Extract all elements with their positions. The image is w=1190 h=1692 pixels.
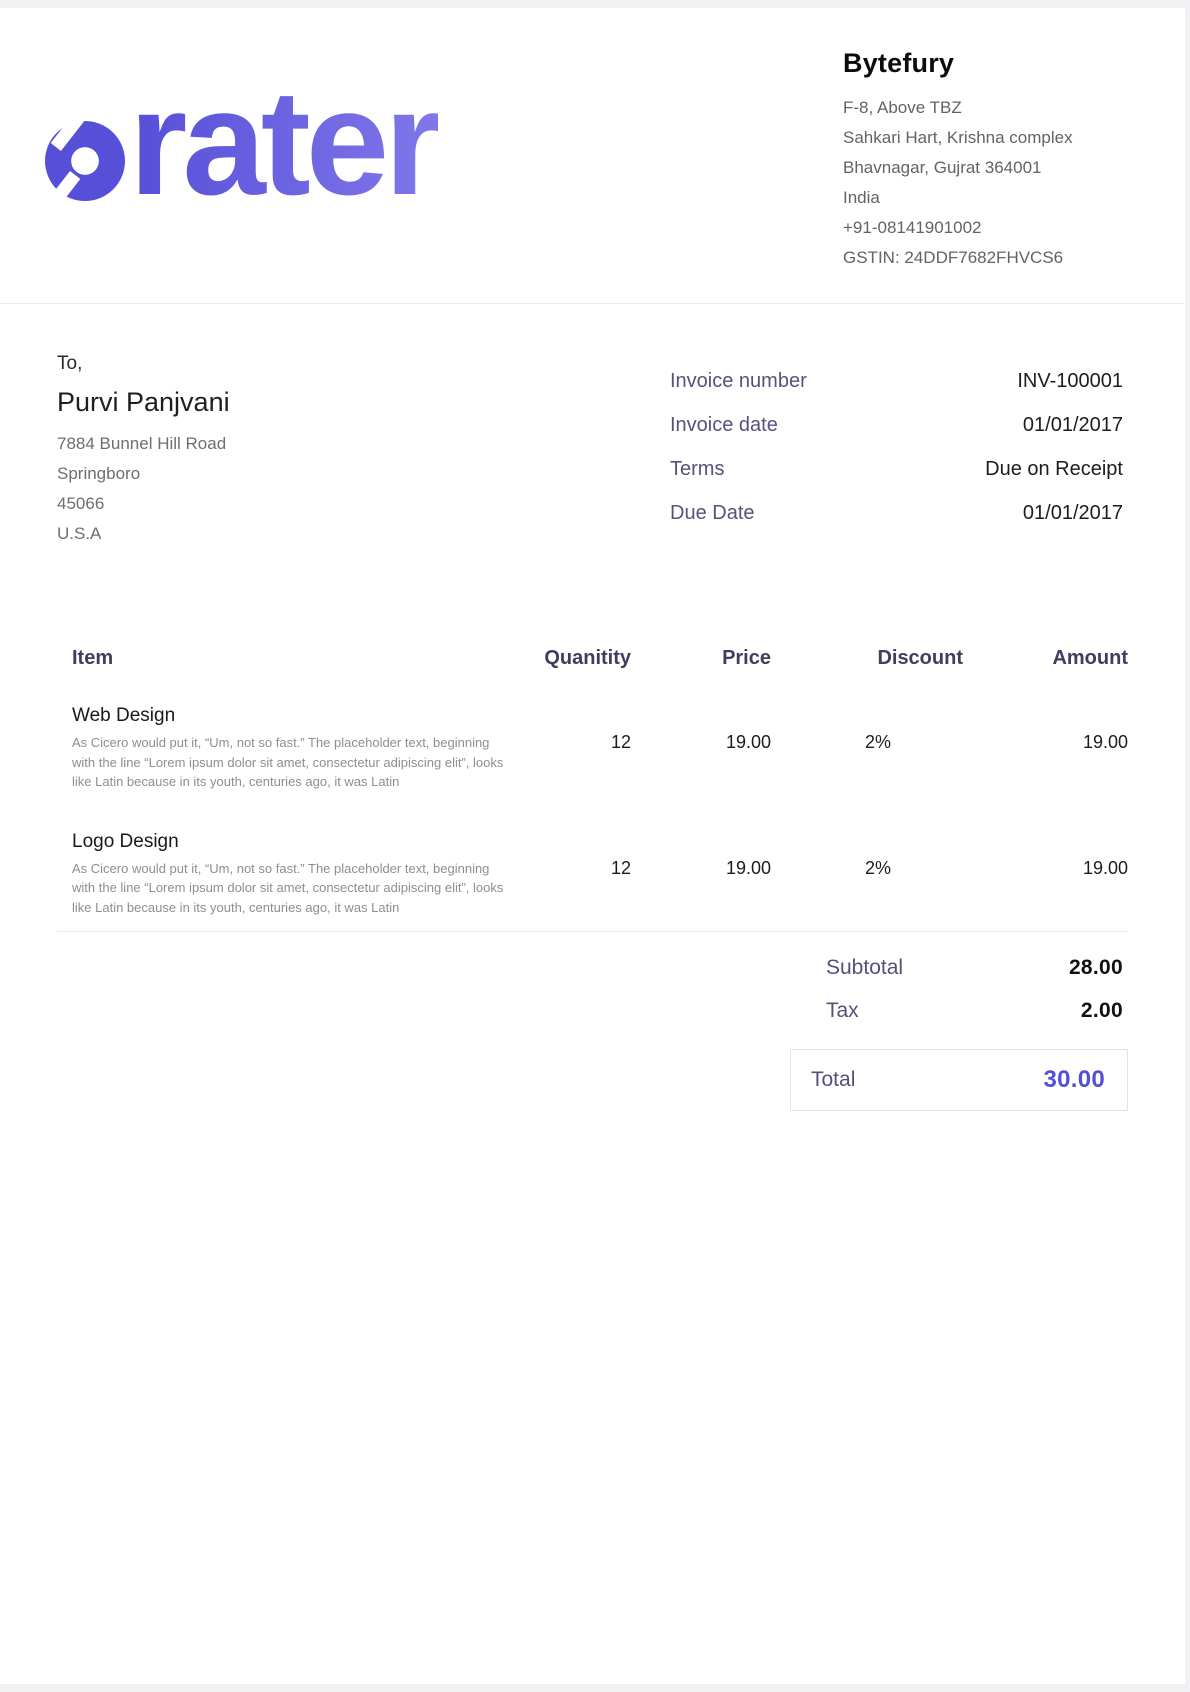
- terms-value: Due on Receipt: [985, 458, 1123, 481]
- item-discount: 2%: [771, 704, 963, 830]
- item-column-header: Item: [57, 647, 511, 704]
- item-name: Web Design: [72, 704, 511, 728]
- company-phone: +91-08141901002: [843, 213, 1143, 243]
- items-divider: [57, 931, 1128, 932]
- terms-row: Terms Due on Receipt: [670, 458, 1123, 502]
- company-address-line: Sahkari Hart, Krishna complex: [843, 123, 1143, 153]
- invoice-meta: Invoice number INV-100001 Invoice date 0…: [670, 370, 1128, 549]
- bill-to-address-line: U.S.A: [57, 519, 670, 549]
- company-address-line: F-8, Above TBZ: [843, 93, 1143, 123]
- invoice-number-label: Invoice number: [670, 370, 807, 393]
- tax-label: Tax: [826, 999, 859, 1023]
- item-amount: 19.00: [963, 830, 1128, 918]
- due-date-label: Due Date: [670, 502, 755, 525]
- item-quantity: 12: [511, 704, 631, 830]
- quantity-column-header: Quanitity: [511, 647, 631, 704]
- bill-to-address-line: Springboro: [57, 459, 670, 489]
- invoice-header: rater Bytefury F-8, Above TBZ Sahkari Ha…: [0, 8, 1185, 304]
- company-info: Bytefury F-8, Above TBZ Sahkari Hart, Kr…: [843, 48, 1143, 273]
- bill-to: To, Purvi Panjvani 7884 Bunnel Hill Road…: [57, 352, 670, 549]
- item-price: 19.00: [631, 830, 771, 918]
- subtotal-row: Subtotal 28.00: [808, 956, 1128, 980]
- item-discount: 2%: [771, 830, 963, 918]
- discount-column-header: Discount: [771, 647, 963, 704]
- company-address-line: Bhavnagar, Gujrat 364001: [843, 153, 1143, 183]
- total-box: Total 30.00: [790, 1049, 1128, 1111]
- invoice-number-row: Invoice number INV-100001: [670, 370, 1123, 414]
- table-row: Logo Design As Cicero would put it, “Um,…: [57, 830, 1128, 918]
- due-date-row: Due Date 01/01/2017: [670, 502, 1123, 546]
- invoice-date-label: Invoice date: [670, 414, 778, 437]
- bill-to-address: 7884 Bunnel Hill Road Springboro 45066 U…: [57, 429, 670, 549]
- total-label: Total: [811, 1068, 855, 1092]
- bill-to-name: Purvi Panjvani: [57, 385, 670, 419]
- invoice-page: rater Bytefury F-8, Above TBZ Sahkari Ha…: [0, 8, 1185, 1684]
- item-price: 19.00: [631, 704, 771, 830]
- item-description: As Cicero would put it, “Um, not so fast…: [72, 733, 511, 792]
- crater-c-ring-icon: [45, 121, 125, 201]
- item-name: Logo Design: [72, 830, 511, 854]
- table-row: Web Design As Cicero would put it, “Um, …: [57, 704, 1128, 830]
- bill-to-label: To,: [57, 352, 670, 376]
- invoice-date-value: 01/01/2017: [1023, 414, 1123, 437]
- price-column-header: Price: [631, 647, 771, 704]
- company-address: F-8, Above TBZ Sahkari Hart, Krishna com…: [843, 93, 1143, 273]
- totals-section: Subtotal 28.00 Tax 2.00 Total 30.00: [0, 956, 1185, 1111]
- company-address-line: India: [843, 183, 1143, 213]
- company-name: Bytefury: [843, 48, 1143, 79]
- items-table: Item Quanitity Price Discount Amount Web…: [57, 647, 1128, 917]
- amount-column-header: Amount: [963, 647, 1128, 704]
- billing-section: To, Purvi Panjvani 7884 Bunnel Hill Road…: [0, 352, 1185, 549]
- company-gstin: GSTIN: 24DDF7682FHVCS6: [843, 243, 1143, 273]
- crater-logo-text: rater: [129, 67, 438, 217]
- terms-label: Terms: [670, 458, 724, 481]
- tax-value: 2.00: [1081, 999, 1123, 1023]
- invoice-date-row: Invoice date 01/01/2017: [670, 414, 1123, 458]
- items-header-row: Item Quanitity Price Discount Amount: [57, 647, 1128, 704]
- item-description: As Cicero would put it, “Um, not so fast…: [72, 859, 511, 918]
- subtotal-value: 28.00: [1069, 956, 1123, 980]
- item-amount: 19.00: [963, 704, 1128, 830]
- items-section: Item Quanitity Price Discount Amount Web…: [0, 647, 1185, 917]
- invoice-number-value: INV-100001: [1017, 370, 1123, 393]
- bill-to-address-line: 7884 Bunnel Hill Road: [57, 429, 670, 459]
- item-quantity: 12: [511, 830, 631, 918]
- crater-logo: rater: [45, 93, 485, 205]
- total-value: 30.00: [1043, 1066, 1105, 1094]
- subtotal-label: Subtotal: [826, 956, 903, 980]
- bill-to-address-line: 45066: [57, 489, 670, 519]
- due-date-value: 01/01/2017: [1023, 502, 1123, 525]
- tax-row: Tax 2.00: [808, 999, 1128, 1023]
